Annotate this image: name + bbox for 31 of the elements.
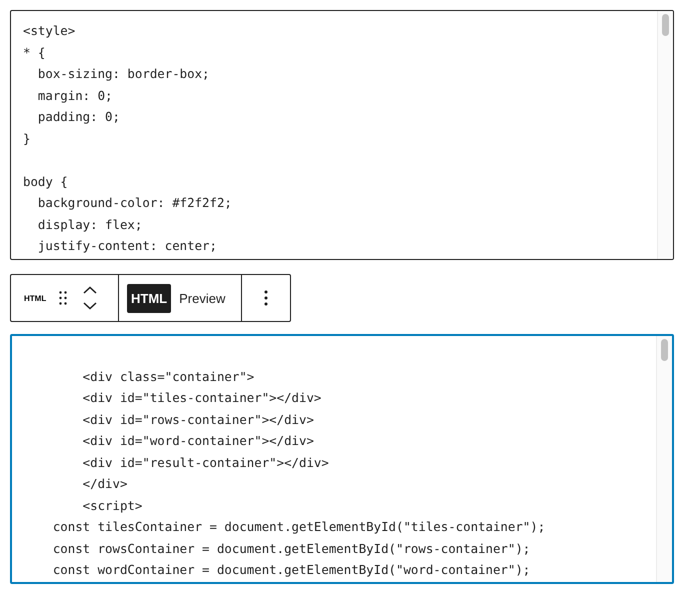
drag-handle-icon[interactable]	[59, 291, 68, 305]
more-options-icon[interactable]	[264, 290, 268, 306]
code-line: <div id="word-container"></div>	[82, 433, 314, 448]
code-editor[interactable]: <style> * { box-sizing: border-box; margin: 0; padding: 0; } body { background-color: #f2f2f2; display: flex; justify-content: center;	[10, 10, 674, 260]
mode-tab[interactable]: Preview	[175, 284, 230, 312]
code-line: <style>	[23, 23, 76, 38]
code-line: <div id="tiles-container"></div>	[82, 390, 322, 405]
code-line: body {	[23, 174, 68, 188]
code-line: background-color: #f2f2f2;	[36, 195, 232, 210]
code-line: padding: 0;	[36, 109, 120, 124]
mode-tab[interactable]: HTML	[127, 284, 172, 312]
code-line: const wordContainer = document.getElementById("word-container");	[52, 562, 530, 577]
scrollbar-thumb[interactable]	[662, 14, 669, 36]
scrollbar-thumb[interactable]	[661, 339, 668, 361]
code-editor[interactable]	[10, 334, 674, 584]
code-line: margin: 0;	[36, 88, 113, 102]
chevron-down-icon[interactable]	[83, 302, 98, 310]
code-line: </div>	[82, 476, 128, 491]
code-line: box-sizing: border-box;	[36, 66, 210, 81]
code-line: const rowsContainer = document.getElementById("rows-container");	[52, 540, 530, 556]
code-line: justify-content: center;	[36, 238, 217, 253]
chevron-up-icon[interactable]	[83, 286, 98, 294]
code-line: }	[23, 130, 30, 146]
code-line: <div id="rows-container"></div>	[82, 412, 314, 426]
code-line: const tilesContainer = document.getElementById("tiles-container");	[52, 519, 546, 534]
code-line: display: flex;	[36, 216, 142, 232]
code-line: <div id="result-container"></div>	[82, 454, 329, 470]
code-line: <div class="container">	[82, 368, 254, 384]
block-type-label: HTML	[24, 294, 46, 302]
code-line: * {	[23, 44, 46, 60]
code-line: <script>	[82, 498, 142, 512]
